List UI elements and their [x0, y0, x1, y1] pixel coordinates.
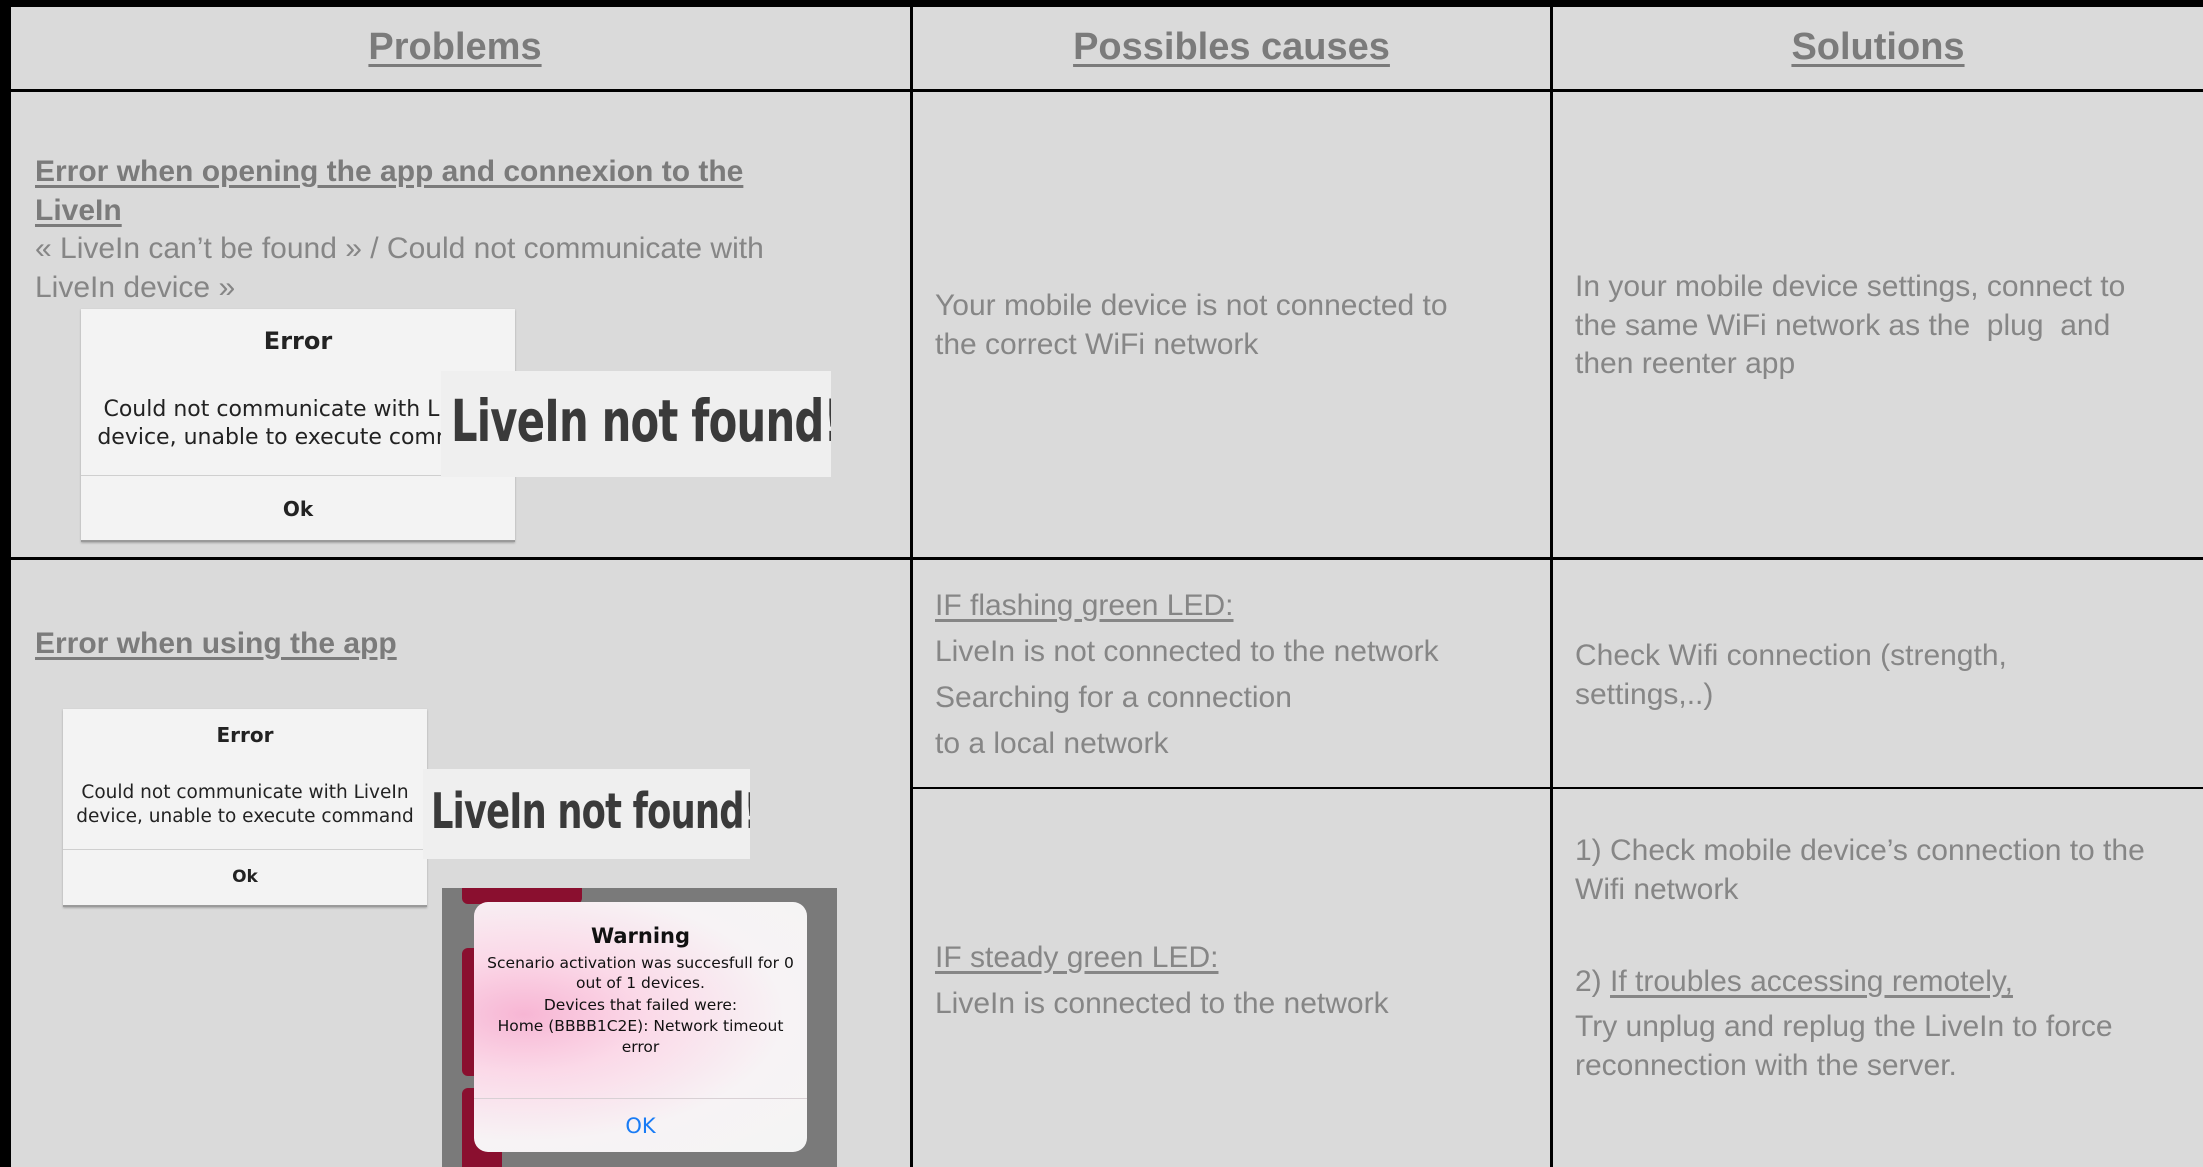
steady-solution2-line2: Try unplug and replug the LiveIn to forc…	[1575, 1010, 2113, 1043]
row1-badge-text: LiveIn not found!	[451, 387, 831, 455]
row1-solution-line2: the same WiFi network as the plug and	[1575, 309, 2111, 342]
row1-problem-desc-line1: « LiveIn can’t be found » / Could not co…	[35, 232, 764, 265]
warning-dialog-separator	[474, 1098, 807, 1099]
header-solutions: Solutions	[1791, 26, 1965, 68]
flashing-solution-line1: Check Wifi connection (strength,	[1575, 639, 2007, 672]
row1-solution-line1: In your mobile device settings, connect …	[1575, 270, 2126, 303]
row1-problem-desc-line2: LiveIn device »	[35, 271, 236, 304]
steady-solution2-remote-link: If troubles accessing remotely,	[1610, 965, 2013, 998]
row1-problem-title-line2: LiveIn	[35, 194, 122, 227]
row2-livein-not-found-badge: LiveIn not found!	[423, 769, 750, 859]
troubleshooting-page: Problems Possibles causes Solutions Erro…	[0, 0, 2203, 1167]
flashing-led-line1: LiveIn is not connected to the network	[935, 635, 1439, 668]
steady-solution2-line3: reconnection with the server.	[1575, 1049, 1957, 1082]
row1-cause-line1: Your mobile device is not connected to	[935, 289, 1448, 322]
row2-error-dialog: Error Could not communicate with LiveIn …	[63, 709, 427, 907]
row2-error-dialog-ok-button[interactable]: Ok	[63, 867, 427, 887]
row2-error-dialog-separator	[63, 849, 427, 850]
steady-solution2-prefix: 2)	[1575, 965, 1611, 998]
row1-problem-title-line1: Error when opening the app and connexion…	[35, 155, 744, 188]
table-divider-col2	[1550, 0, 1553, 1167]
table-divider-subrow	[910, 787, 2203, 789]
row1-livein-not-found-badge: LiveIn not found!	[441, 371, 831, 477]
steady-solution1-line1: 1) Check mobile device’s connection to t…	[1575, 834, 2145, 867]
flashing-led-heading: IF flashing green LED:	[935, 589, 1234, 622]
flashing-led-line2: Searching for a connection	[935, 681, 1292, 714]
table-border-left	[0, 0, 11, 1167]
flashing-solution-line2: settings,..)	[1575, 678, 1714, 711]
row2-badge-text: LiveIn not found!	[431, 783, 750, 840]
table-divider-col1	[910, 0, 913, 1167]
row1-cause-line2: the correct WiFi network	[935, 328, 1259, 361]
row1-error-dialog-ok-button[interactable]: Ok	[81, 497, 515, 521]
row1-solution-line3: then reenter app	[1575, 347, 1796, 380]
warning-dialog: Warning Scenario activation was succesfu…	[474, 902, 807, 1152]
warning-dialog-line5: error	[621, 1038, 660, 1056]
header-possible-causes: Possibles causes	[1073, 26, 1390, 68]
warning-dialog-line2: out of 1 devices.	[576, 974, 705, 992]
warning-dialog-line3: Devices that failed were:	[543, 996, 738, 1014]
steady-solution1-line2: Wifi network	[1575, 873, 1739, 906]
steady-led-heading: IF steady green LED:	[935, 941, 1219, 974]
steady-solution2-line1: 2) If troubles accessing remotely,	[1575, 963, 2013, 1001]
header-problems: Problems	[368, 26, 542, 68]
table-divider-row1	[0, 557, 2203, 560]
row1-error-dialog-title: Error	[263, 327, 333, 355]
warning-dialog-line4: Home (BBBB1C2E): Network timeout	[497, 1017, 784, 1035]
table-divider-header	[0, 89, 2203, 92]
row2-phone-screenshot: Warning Scenario activation was succesfu…	[442, 888, 837, 1167]
row2-error-dialog-body-line1: Could not communicate with LiveIn	[81, 782, 409, 803]
flashing-led-line3: to a local network	[935, 727, 1169, 760]
row2-error-dialog-body-line2: device, unable to execute command	[76, 806, 414, 827]
warning-dialog-line1: Scenario activation was succesfull for 0	[487, 954, 794, 972]
table-border-top	[0, 0, 2203, 7]
warning-dialog-ok-button[interactable]: OK	[474, 1114, 807, 1138]
row2-problem-title: Error when using the app	[35, 627, 397, 660]
steady-led-line1: LiveIn is connected to the network	[935, 987, 1389, 1020]
warning-dialog-title: Warning	[590, 924, 691, 948]
row2-error-dialog-title: Error	[216, 723, 274, 747]
